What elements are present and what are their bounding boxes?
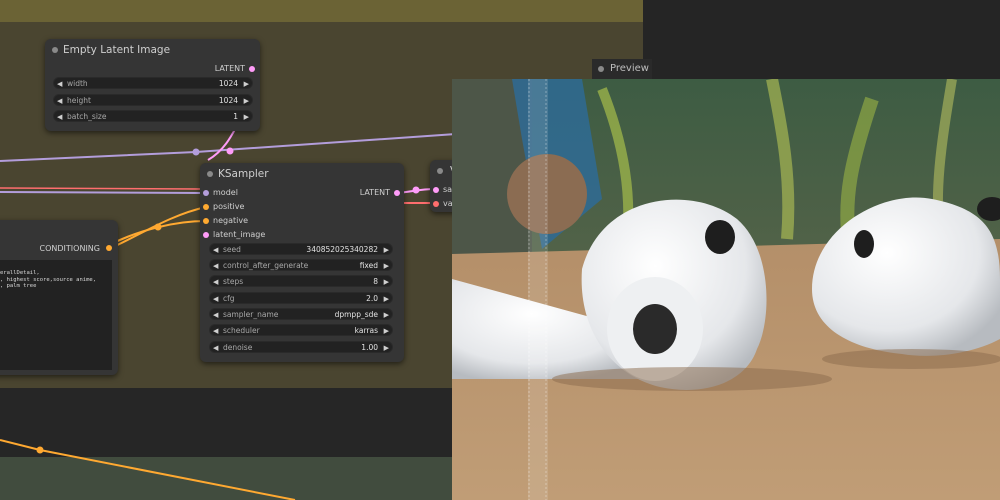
decrement-arrow-icon[interactable]: ◀ [213, 260, 218, 272]
node-title[interactable]: KSampler [200, 163, 404, 185]
widget-name: cfg [223, 294, 235, 303]
samples-input-label: sa [443, 185, 453, 194]
widget-name: scheduler [223, 326, 260, 335]
widget-name: width [67, 79, 88, 88]
latent-output-label: LATENT [214, 64, 245, 73]
widget-name: control_after_generate [223, 261, 309, 270]
model-wire-2 [0, 191, 207, 194]
latent-output-dot[interactable] [394, 190, 400, 196]
decrement-arrow-icon[interactable]: ◀ [213, 293, 218, 305]
vae-wire-left [0, 187, 201, 190]
scheduler-widget[interactable]: ◀ scheduler karras ▶ [209, 324, 393, 336]
denoise-widget[interactable]: ◀ denoise 1.00 ▶ [209, 341, 393, 353]
batch-size-widget[interactable]: ◀ batch_size 1 ▶ [53, 110, 253, 122]
node-title-text: Empty Latent Image [63, 44, 171, 56]
decrement-arrow-icon[interactable]: ◀ [57, 95, 62, 107]
node-title-text: Preview [610, 63, 649, 74]
conditioning-lower-midpoint [36, 446, 44, 454]
latent-image-input-label: latent_image [213, 230, 266, 239]
conditioning-output-dot[interactable] [106, 245, 112, 251]
latent-out-midpoint [412, 186, 420, 194]
node-canvas[interactable]: CONDITIONING erallDetail, , highest scor… [0, 0, 1000, 500]
decrement-arrow-icon[interactable]: ◀ [57, 78, 62, 90]
height-widget[interactable]: ◀ height 1024 ▶ [53, 94, 253, 106]
seed-widget[interactable]: ◀ seed 340852025340282 ▶ [209, 243, 393, 255]
conditioning-wire-lower [0, 439, 296, 500]
control-after-generate-widget[interactable]: ◀ control_after_generate fixed ▶ [209, 259, 393, 271]
prompt-text: erallDetail, , highest score,source anim… [0, 270, 110, 290]
increment-arrow-icon[interactable]: ▶ [384, 342, 389, 354]
prompt-line: , palm tree [0, 283, 37, 289]
widget-value: 1.00 [361, 343, 378, 352]
conditioning-node[interactable]: CONDITIONING [0, 220, 118, 375]
empty-latent-image-node[interactable]: Empty Latent Image LATENT ◀ width 1024 ▶… [45, 39, 260, 131]
widget-value: karras [354, 326, 378, 335]
widget-name: denoise [223, 343, 253, 352]
increment-arrow-icon[interactable]: ▶ [384, 276, 389, 288]
latent-output-label: LATENT [359, 188, 390, 197]
negative-input-label: negative [213, 216, 248, 225]
decrement-arrow-icon[interactable]: ◀ [213, 276, 218, 288]
increment-arrow-icon[interactable]: ▶ [244, 111, 249, 123]
decrement-arrow-icon[interactable]: ◀ [57, 111, 62, 123]
increment-arrow-icon[interactable]: ▶ [384, 325, 389, 337]
positive-input-dot[interactable] [203, 204, 209, 210]
latent-wire-midpoint [226, 147, 234, 155]
positive-input-label: positive [213, 202, 245, 211]
latent-image-input-dot[interactable] [203, 232, 209, 238]
model-input-label: model [213, 188, 238, 197]
node-title[interactable]: Empty Latent Image [45, 39, 260, 61]
preview-image[interactable] [452, 79, 1000, 500]
widget-value: 8 [373, 277, 378, 286]
widget-value: dpmpp_sde [334, 310, 378, 319]
negative-input-dot[interactable] [203, 218, 209, 224]
sampler-name-widget[interactable]: ◀ sampler_name dpmpp_sde ▶ [209, 308, 393, 320]
widget-name: seed [223, 245, 241, 254]
preview-node-title[interactable]: Preview [592, 59, 652, 79]
widget-value: 340852025340282 [306, 245, 378, 254]
increment-arrow-icon[interactable]: ▶ [244, 95, 249, 107]
collapse-dot-icon[interactable] [437, 168, 443, 174]
widget-value: 1024 [218, 96, 238, 105]
widget-name: height [67, 96, 91, 105]
decrement-arrow-icon[interactable]: ◀ [213, 244, 218, 256]
cfg-widget[interactable]: ◀ cfg 2.0 ▶ [209, 292, 393, 304]
model-input-dot[interactable] [203, 190, 209, 196]
increment-arrow-icon[interactable]: ▶ [384, 309, 389, 321]
widget-value: 1 [233, 112, 238, 121]
widget-name: sampler_name [223, 310, 279, 319]
widget-value: 2.0 [366, 294, 378, 303]
vae-input-dot[interactable] [433, 201, 439, 207]
increment-arrow-icon[interactable]: ▶ [384, 293, 389, 305]
increment-arrow-icon[interactable]: ▶ [384, 244, 389, 256]
widget-value: fixed [359, 261, 378, 270]
increment-arrow-icon[interactable]: ▶ [244, 78, 249, 90]
collapse-dot-icon[interactable] [52, 47, 58, 53]
model-wire [0, 133, 457, 162]
samples-input-dot[interactable] [433, 187, 439, 193]
width-widget[interactable]: ◀ width 1024 ▶ [53, 77, 253, 89]
conditioning-output-label: CONDITIONING [39, 244, 100, 253]
widget-value: 1024 [218, 79, 238, 88]
decrement-arrow-icon[interactable]: ◀ [213, 309, 218, 321]
node-title-text: KSampler [218, 168, 269, 180]
decrement-arrow-icon[interactable]: ◀ [213, 325, 218, 337]
earbuds-image [452, 79, 1000, 500]
steps-widget[interactable]: ◀ steps 8 ▶ [209, 275, 393, 287]
latent-output-dot[interactable] [249, 66, 255, 72]
conditioning-midpoint [154, 223, 162, 231]
increment-arrow-icon[interactable]: ▶ [384, 260, 389, 272]
ksampler-node[interactable]: KSampler model positive negative latent_… [200, 163, 404, 362]
widget-name: batch_size [67, 112, 107, 121]
collapse-dot-icon[interactable] [598, 66, 604, 72]
collapse-dot-icon[interactable] [207, 171, 213, 177]
widget-name: steps [223, 277, 244, 286]
model-wire-midpoint [192, 148, 200, 156]
decrement-arrow-icon[interactable]: ◀ [213, 342, 218, 354]
